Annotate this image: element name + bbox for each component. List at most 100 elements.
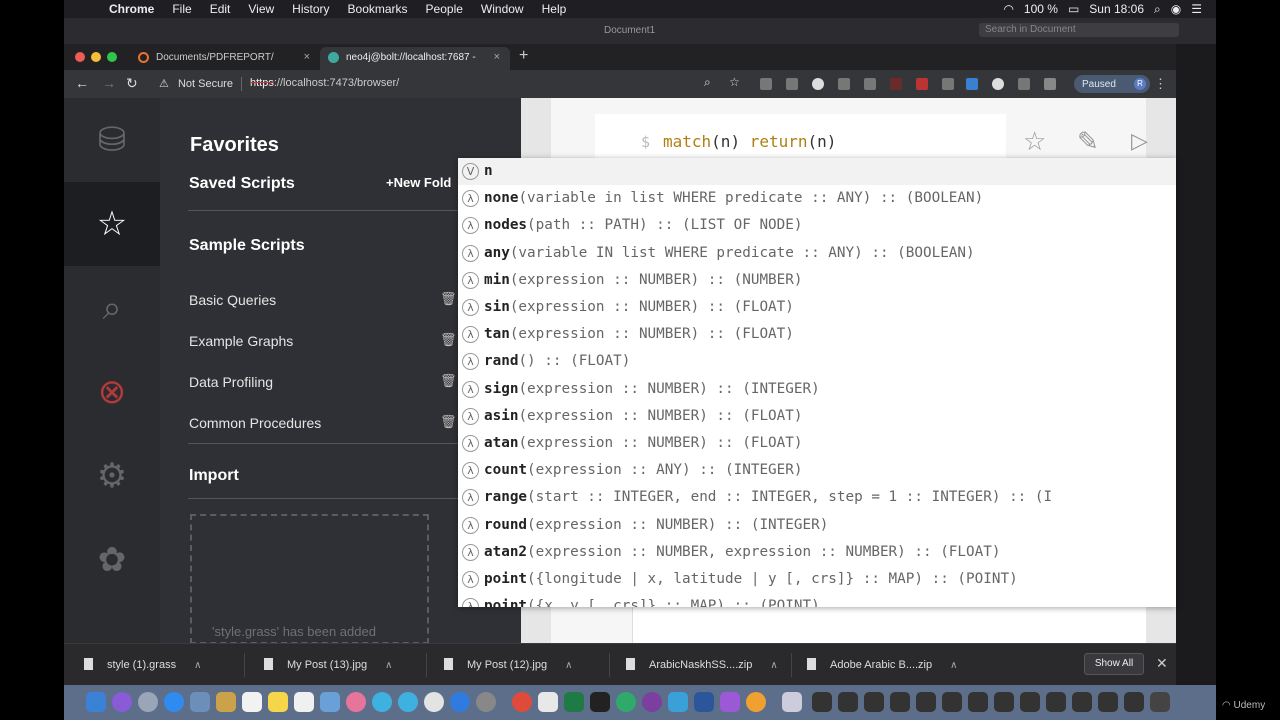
download-item[interactable]: My Post (12).jpg ∧ [444,658,572,671]
autocomplete-item[interactable]: λ atan(expression :: NUMBER) :: (FLOAT) [458,430,1176,457]
forward-arrow-icon[interactable]: → [102,75,116,91]
folder-icon[interactable] [782,692,802,712]
app-store-icon[interactable] [450,692,470,712]
autocomplete-item[interactable]: λ nodes(path :: PATH) :: (LIST OF NODE) [458,212,1176,239]
menu-people[interactable]: People [426,2,463,16]
run-play-icon[interactable]: ▷ [1131,128,1148,154]
reminders-icon[interactable] [294,692,314,712]
sidebar-item-favorites[interactable]: ☆ [64,182,160,266]
browser-menu-icon[interactable]: ⋮ [1154,76,1167,92]
extension-icon[interactable] [1018,78,1030,90]
autocomplete-item[interactable]: λ rand() :: (FLOAT) [458,348,1176,375]
bookmark-star-icon[interactable]: ☆ [729,75,740,89]
extension-icon[interactable] [812,78,824,90]
download-item[interactable]: Adobe Arabic B....zip ∧ [807,658,957,671]
chevron-up-icon[interactable]: ∧ [194,660,201,671]
facetime-icon[interactable] [398,692,418,712]
extension-icon[interactable] [916,78,928,90]
menu-edit[interactable]: Edit [210,2,231,16]
close-window-button[interactable] [75,52,85,62]
app-icon[interactable] [616,692,636,712]
window-thumbnail[interactable] [968,692,988,712]
extension-icon[interactable] [890,78,902,90]
finder-icon[interactable] [86,692,106,712]
chevron-up-icon[interactable]: ∧ [770,660,777,671]
window-thumbnail[interactable] [916,692,936,712]
extension-icon[interactable] [760,78,772,90]
window-thumbnail[interactable] [812,692,832,712]
autocomplete-item[interactable]: λ count(expression :: ANY) :: (INTEGER) [458,457,1176,484]
contacts-icon[interactable] [216,692,236,712]
textedit-icon[interactable] [538,692,558,712]
extension-icon[interactable] [942,78,954,90]
close-icon[interactable]: ✕ [1156,655,1168,672]
menu-app-name[interactable]: Chrome [109,2,154,16]
siri-icon[interactable]: ◉ [1171,2,1181,16]
back-arrow-icon[interactable]: ← [75,75,89,91]
autocomplete-item[interactable]: λ range(start :: INTEGER, end :: INTEGER,… [458,484,1176,511]
import-dropzone[interactable]: 'style.grass' has been added [190,514,429,643]
safari-icon[interactable] [164,692,184,712]
notification-center-icon[interactable]: ☰ [1191,2,1202,16]
clear-eraser-icon[interactable]: ✎ [1077,126,1099,157]
battery-percent[interactable]: 100 % [1024,2,1058,16]
tab-close-icon[interactable]: × [304,51,310,63]
window-thumbnail[interactable] [890,692,910,712]
notes-icon[interactable] [268,692,288,712]
window-thumbnail[interactable] [1020,692,1040,712]
siri-dock-icon[interactable] [112,692,132,712]
window-thumbnail[interactable] [838,692,858,712]
sidebar-item-documents[interactable]: ⌕ [64,266,160,350]
itunes-icon[interactable] [424,692,444,712]
folder-example-graphs[interactable]: Example Graphs [189,333,293,349]
tab-close-icon[interactable]: × [494,51,500,63]
menu-bookmarks[interactable]: Bookmarks [348,2,408,16]
window-thumbnail[interactable] [942,692,962,712]
menu-help[interactable]: Help [542,2,567,16]
show-all-button[interactable]: Show All [1084,653,1144,675]
extension-icon[interactable] [966,78,978,90]
autocomplete-item[interactable]: λ tan(expression :: NUMBER) :: (FLOAT) [458,321,1176,348]
app-icon[interactable] [720,692,740,712]
mail-icon[interactable] [190,692,210,712]
word-icon[interactable] [694,692,714,712]
new-tab-button[interactable]: + [519,47,528,65]
download-item[interactable]: ArabicNaskhSS....zip ∧ [626,658,778,671]
chrome-icon[interactable] [512,692,532,712]
security-indicator[interactable]: ⚠ Not Secure [159,77,233,90]
window-thumbnail[interactable] [1072,692,1092,712]
trash-icon[interactable]: 🗑 [440,291,457,307]
menu-file[interactable]: File [172,2,191,16]
autocomplete-item[interactable]: λ point({x, y [, crs]} :: MAP) :: (POINT) [458,593,1176,607]
app-icon[interactable] [746,692,766,712]
menu-window[interactable]: Window [481,2,524,16]
extension-icon[interactable] [838,78,850,90]
tab-pdfreport[interactable]: Documents/PDFREPORT/ × [130,47,320,70]
autocomplete-item[interactable]: λ point({longitude | x, latitude | y [, c… [458,566,1176,593]
folder-data-profiling[interactable]: Data Profiling [189,374,273,390]
system-preferences-icon[interactable] [476,692,496,712]
sidebar-item-settings[interactable]: ⚙ [64,434,160,518]
cypher-editor[interactable]: $ match(n) return(n) [595,114,1006,158]
excel-icon[interactable] [564,692,584,712]
autocomplete-item[interactable]: λ sign(expression :: NUMBER) :: (INTEGER) [458,376,1176,403]
autocomplete-item[interactable]: λ asin(expression :: NUMBER) :: (FLOAT) [458,403,1176,430]
trash-icon[interactable]: 🗑 [440,373,457,389]
url-field[interactable]: https://localhost:7473/browser/ [250,77,399,89]
window-thumbnail[interactable] [1098,692,1118,712]
menubar-clock[interactable]: Sun 18:06 [1089,2,1144,16]
extension-icon[interactable] [992,78,1004,90]
app-icon[interactable] [668,692,688,712]
menu-history[interactable]: History [292,2,329,16]
autocomplete-item[interactable]: Vn [458,158,1176,185]
chevron-up-icon[interactable]: ∧ [565,660,572,671]
extension-icon[interactable] [786,78,798,90]
window-thumbnail[interactable] [1046,692,1066,712]
maps-icon[interactable] [320,692,340,712]
photos-icon[interactable] [346,692,366,712]
autocomplete-item[interactable]: λ none(variable in list WHERE predicate :… [458,185,1176,212]
chevron-up-icon[interactable]: ∧ [385,660,392,671]
sidebar-item-database[interactable]: ⛁ [64,98,160,182]
window-thumbnail[interactable] [864,692,884,712]
spotlight-icon[interactable]: ⌕ [1154,2,1161,17]
